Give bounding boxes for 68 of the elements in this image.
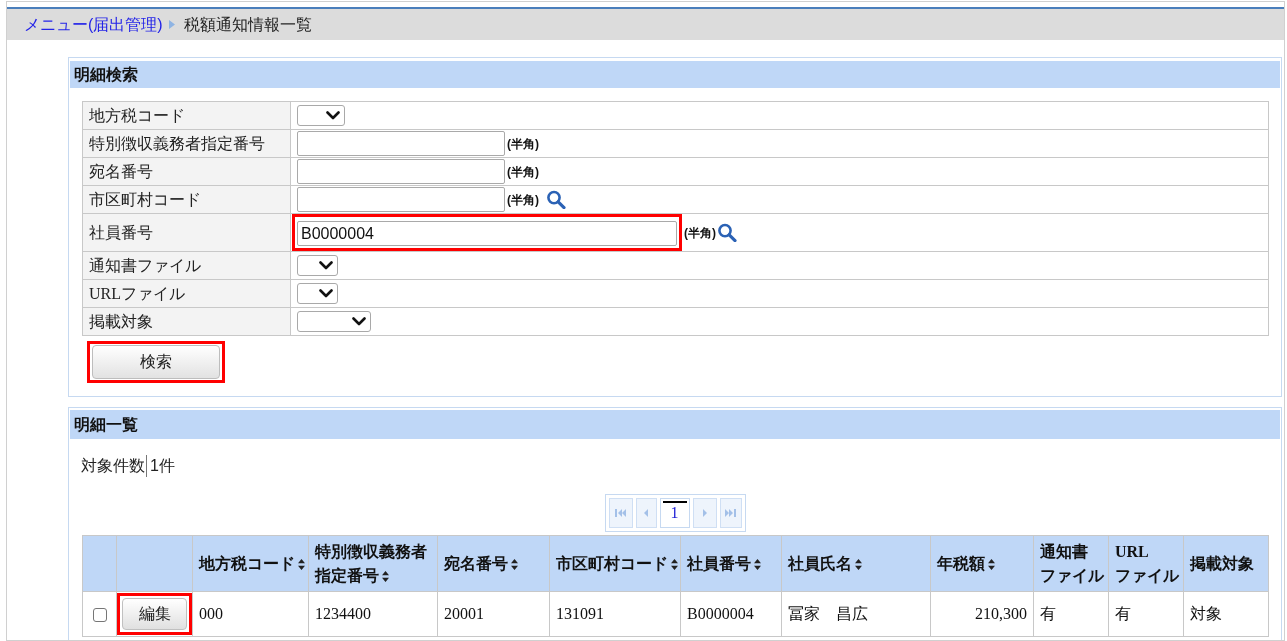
chevron-down-icon: [326, 111, 340, 120]
table-cell: 冨家 昌広: [781, 591, 931, 637]
sort-icon[interactable]: [988, 558, 995, 570]
column-header[interactable]: 年税額: [930, 535, 1034, 592]
sort-icon[interactable]: [382, 570, 389, 582]
section-header: 明細検索: [70, 61, 1280, 88]
search-button[interactable]: 検索: [92, 345, 220, 379]
field-label: URLファイル: [82, 279, 291, 308]
next-icon: [702, 509, 707, 517]
column-header[interactable]: 社員氏名: [781, 535, 931, 592]
input-hint: (半角): [507, 191, 539, 209]
chevron-down-icon: [352, 317, 366, 326]
table-cell: 210,300: [930, 591, 1034, 637]
table-cell: 有: [1108, 591, 1184, 637]
table-cell: 有: [1033, 591, 1109, 637]
sort-icon[interactable]: [754, 558, 761, 570]
checkbox[interactable]: [92, 607, 107, 622]
count-value: 1件: [150, 456, 175, 476]
table-cell: B0000004: [680, 591, 782, 637]
dropdown[interactable]: [297, 105, 345, 126]
column-header: 通知書ファイル: [1033, 535, 1109, 592]
dropdown[interactable]: [297, 283, 338, 304]
count-label: 対象件数: [81, 456, 145, 476]
input-hint: (半角): [507, 135, 539, 153]
field-label: 地方税コード: [82, 101, 291, 130]
search-icon[interactable]: [546, 190, 566, 209]
field-label: 通知書ファイル: [82, 251, 291, 280]
column-header: URLファイル: [1108, 535, 1184, 592]
table-cell: 000: [192, 591, 309, 637]
table-cell: 131091: [549, 591, 681, 637]
breadcrumb-separator-icon: [168, 20, 175, 29]
search-icon[interactable]: [717, 223, 737, 242]
sort-icon[interactable]: [855, 558, 862, 570]
column-header[interactable]: 地方税コード: [192, 535, 309, 592]
dropdown[interactable]: [297, 311, 371, 332]
sort-icon[interactable]: [511, 558, 518, 570]
column-header: 掲載対象: [1183, 535, 1269, 592]
sort-icon[interactable]: [298, 558, 305, 570]
text-field[interactable]: [297, 159, 505, 184]
page-button[interactable]: 1: [659, 498, 690, 528]
chevron-down-icon: [319, 289, 333, 298]
text-field[interactable]: B0000004: [297, 221, 677, 246]
table-cell: 1234400: [308, 591, 438, 637]
table-cell: 20001: [437, 591, 550, 637]
column-header[interactable]: 特別徴収義務者指定番号: [308, 535, 438, 592]
column-header[interactable]: 市区町村コード: [549, 535, 681, 592]
last-page-icon: [725, 509, 736, 517]
first-page-icon: [615, 509, 626, 517]
field-label: 宛名番号: [82, 157, 291, 186]
input-hint: (半角): [507, 163, 539, 181]
page-title: 税額通知情報一覧: [183, 14, 312, 35]
field-label: 掲載対象: [82, 307, 291, 336]
edit-button[interactable]: 編集: [122, 598, 187, 630]
previous-icon: [644, 509, 648, 517]
column-header[interactable]: 宛名番号: [437, 535, 550, 592]
breadcrumb-link[interactable]: メニュー(届出管理): [24, 12, 163, 37]
text-field[interactable]: [297, 131, 505, 156]
input-hint: (半角): [684, 224, 716, 242]
chevron-down-icon: [319, 261, 333, 270]
dropdown[interactable]: [297, 255, 338, 276]
field-label: 社員番号: [82, 213, 291, 252]
column-header[interactable]: 社員番号: [680, 535, 782, 592]
field-label: 市区町村コード: [82, 185, 291, 214]
section-header: 明細一覧: [70, 410, 1280, 439]
field-label: 特別徴収義務者指定番号: [82, 129, 291, 158]
text-field[interactable]: [297, 187, 505, 212]
table-cell: 対象: [1183, 591, 1269, 637]
sort-icon[interactable]: [671, 558, 678, 570]
